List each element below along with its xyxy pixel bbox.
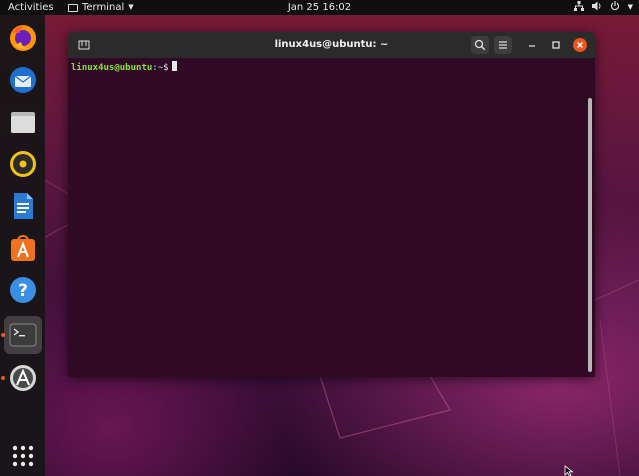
dock-item-thunderbird[interactable] [4, 61, 42, 99]
dock-item-writer[interactable] [4, 187, 42, 225]
system-tray[interactable]: ▼ [573, 0, 633, 15]
volume-icon [591, 1, 601, 11]
minimize-icon [529, 45, 535, 47]
clock[interactable]: Jan 25 16:02 [0, 0, 639, 15]
maximize-button[interactable] [547, 36, 565, 54]
files-icon [11, 112, 35, 133]
dock: ? [0, 15, 45, 476]
thunderbird-icon [10, 67, 36, 93]
terminal-window[interactable]: linux4us@ubuntu: ~ linux4us@ubuntu:~$ [68, 32, 595, 377]
software-updater-icon [10, 365, 36, 391]
chevron-down-icon: ▼ [627, 3, 633, 11]
prompt-line: linux4us@ubuntu:~$ [71, 61, 592, 74]
search-icon [474, 39, 486, 51]
terminal-scrollbar[interactable] [588, 98, 592, 372]
minimize-button[interactable] [523, 36, 541, 54]
firefox-icon [10, 25, 36, 51]
text-cursor [171, 61, 177, 71]
prompt-user: linux4us@ubuntu [71, 63, 153, 73]
show-applications-button[interactable] [4, 437, 42, 475]
app-grid-icon [12, 445, 34, 467]
dock-item-help[interactable]: ? [4, 271, 42, 309]
dock-item-terminal[interactable] [4, 316, 42, 354]
dock-item-firefox[interactable] [4, 19, 42, 57]
maximize-icon [552, 41, 560, 49]
rhythmbox-icon [10, 151, 36, 177]
dock-item-files[interactable] [4, 103, 42, 141]
close-icon [577, 42, 583, 48]
prompt-path: :~ [152, 63, 164, 73]
dock-item-ubuntu-software[interactable] [4, 229, 42, 267]
close-button[interactable] [573, 38, 587, 52]
terminal-icon [9, 323, 37, 347]
writer-icon [14, 193, 33, 219]
help-icon: ? [10, 277, 36, 303]
search-button[interactable] [471, 36, 489, 54]
top-bar: Activities Terminal ▼ Jan 25 16:02 ▼ [0, 0, 639, 15]
terminal-output[interactable]: linux4us@ubuntu:~$ [68, 58, 595, 377]
hamburger-menu-icon [499, 41, 507, 49]
menu-button[interactable] [494, 36, 512, 54]
window-title: linux4us@ubuntu: ~ [274, 39, 389, 50]
network-icon [573, 1, 584, 11]
prompt-symbol: $ [163, 63, 169, 73]
terminal-titlebar[interactable]: linux4us@ubuntu: ~ [68, 32, 595, 58]
dock-item-software-updater[interactable] [4, 359, 42, 397]
svg-text:?: ? [18, 281, 28, 301]
dock-item-rhythmbox[interactable] [4, 145, 42, 183]
mouse-pointer-icon [564, 465, 574, 476]
software-store-icon [11, 234, 35, 261]
power-icon [610, 1, 619, 11]
